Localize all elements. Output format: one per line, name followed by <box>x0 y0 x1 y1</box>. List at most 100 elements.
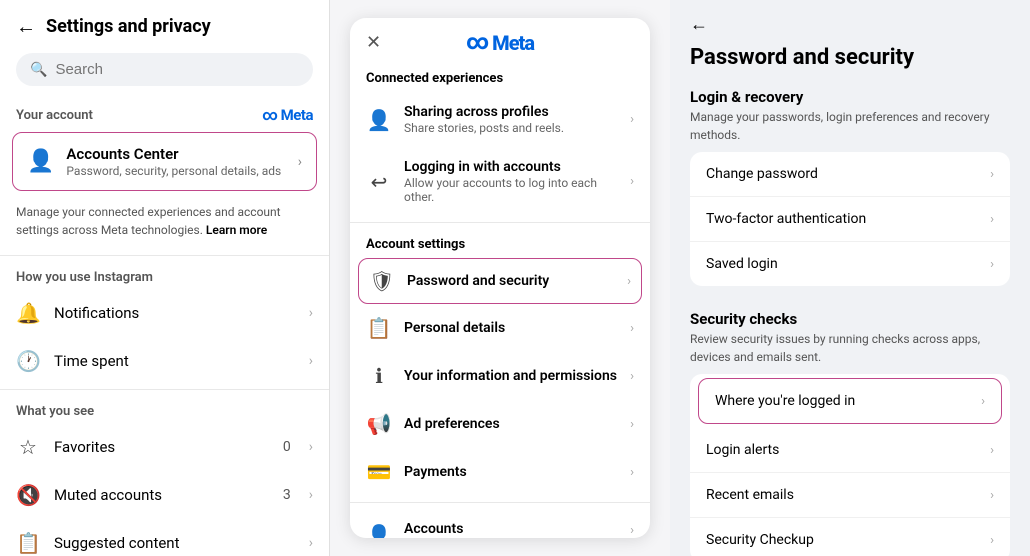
ad-preferences-text: Ad preferences <box>404 416 618 432</box>
security-checkup-item[interactable]: Security Checkup › <box>690 518 1010 556</box>
recent-emails-label: Recent emails <box>706 487 980 503</box>
login-alerts-chevron: › <box>990 443 994 458</box>
right-panel: ← Password and security Login & recovery… <box>670 0 1030 556</box>
search-input[interactable] <box>55 61 299 78</box>
logging-in-item[interactable]: ↩ Logging in with accounts Allow your ac… <box>350 147 650 216</box>
sidebar-item-suggested-content[interactable]: 📋 Suggested content › <box>0 519 329 556</box>
accounts-icon: 👤 <box>366 523 392 538</box>
logging-icon: ↩ <box>366 170 392 194</box>
password-security-item[interactable]: 🛡 Password and security › <box>358 258 642 304</box>
your-info-text: Your information and permissions <box>404 368 618 384</box>
login-recovery-title: Login & recovery <box>690 88 1010 106</box>
login-recovery-subtitle: Manage your passwords, login preferences… <box>690 108 1010 144</box>
muted-accounts-chevron: › <box>309 487 313 503</box>
muted-accounts-icon: 🔇 <box>16 483 40 507</box>
sidebar-item-muted-accounts[interactable]: 🔇 Muted accounts 3 › <box>0 471 329 519</box>
modal-card: ✕ ∞ Meta Connected experiences 👤 Sharing… <box>350 18 650 538</box>
favorites-icon: ☆ <box>16 435 40 459</box>
modal-close-icon[interactable]: ✕ <box>366 32 381 53</box>
your-account-label: Your account <box>16 108 93 123</box>
manage-text: Manage your connected experiences and ac… <box>0 199 329 251</box>
sidebar-item-favorites[interactable]: ☆ Favorites 0 › <box>0 423 329 471</box>
two-factor-item[interactable]: Two-factor authentication › <box>690 197 1010 242</box>
saved-login-label: Saved login <box>706 256 980 272</box>
password-security-chevron: › <box>627 274 631 289</box>
modal-divider-2 <box>350 502 650 503</box>
left-panel: ← Settings and privacy 🔍 Your account ∞ … <box>0 0 330 556</box>
back-icon[interactable]: ← <box>16 14 36 39</box>
sharing-text: Sharing across profiles Share stories, p… <box>404 104 618 135</box>
logging-text: Logging in with accounts Allow your acco… <box>404 159 618 204</box>
logging-chevron: › <box>630 174 634 189</box>
recent-emails-chevron: › <box>990 488 994 503</box>
payments-chevron: › <box>630 465 634 480</box>
change-password-chevron: › <box>990 167 994 182</box>
accounts-title: Accounts <box>404 521 618 537</box>
password-security-title: Password and security <box>407 273 615 289</box>
logging-title: Logging in with accounts <box>404 159 618 175</box>
meta-text: Meta <box>492 31 534 55</box>
saved-login-item[interactable]: Saved login › <box>690 242 1010 286</box>
payments-icon: 💳 <box>366 460 392 484</box>
your-info-icon: ℹ <box>366 364 392 388</box>
time-spent-icon: 🕐 <box>16 349 40 373</box>
payments-text: Payments <box>404 464 618 480</box>
favorites-chevron: › <box>309 439 313 455</box>
meta-infinity-symbol: ∞ <box>466 30 488 55</box>
sharing-chevron: › <box>630 112 634 127</box>
muted-accounts-badge: 3 <box>283 487 291 503</box>
time-spent-chevron: › <box>309 353 313 369</box>
security-checks-section: Security checks Review security issues b… <box>670 302 1030 556</box>
sharing-across-profiles-item[interactable]: 👤 Sharing across profiles Share stories,… <box>350 92 650 147</box>
accounts-item[interactable]: 👤 Accounts Review the accounts you have … <box>350 509 650 538</box>
login-recovery-group: Change password › Two-factor authenticat… <box>690 152 1010 286</box>
payments-title: Payments <box>404 464 618 480</box>
security-checks-subtitle: Review security issues by running checks… <box>690 330 1010 366</box>
password-security-icon: 🛡 <box>369 269 395 293</box>
divider-1 <box>0 255 329 256</box>
sidebar-item-time-spent[interactable]: 🕐 Time spent › <box>0 337 329 385</box>
accounts-center-title: Accounts Center <box>66 145 285 163</box>
divider-2 <box>0 389 329 390</box>
payments-item[interactable]: 💳 Payments › <box>350 448 650 496</box>
accounts-chevron: › <box>630 523 634 538</box>
accounts-center-card[interactable]: 👤 Accounts Center Password, security, pe… <box>12 132 317 191</box>
login-alerts-label: Login alerts <box>706 442 980 458</box>
where-logged-in-item[interactable]: Where you're logged in › <box>698 378 1002 424</box>
your-account-section: Your account ∞ Meta <box>0 98 329 128</box>
notifications-icon: 🔔 <box>16 301 40 325</box>
ad-preferences-item[interactable]: 📢 Ad preferences › <box>350 400 650 448</box>
right-back-icon[interactable]: ← <box>670 0 1030 39</box>
favorites-label: Favorites <box>54 438 269 456</box>
modal-header: ✕ ∞ Meta <box>350 18 650 63</box>
page-title: Settings and privacy <box>46 16 211 37</box>
connected-experiences-label: Connected experiences <box>350 63 650 92</box>
security-checkup-chevron: › <box>990 533 994 548</box>
logging-subtitle: Allow your accounts to log into each oth… <box>404 176 618 204</box>
security-checks-group: Where you're logged in › Login alerts › … <box>690 374 1010 556</box>
account-settings-label: Account settings <box>350 229 650 258</box>
suggested-content-label: Suggested content <box>54 534 295 552</box>
ad-preferences-chevron: › <box>630 417 634 432</box>
your-info-item[interactable]: ℹ Your information and permissions › <box>350 352 650 400</box>
time-spent-label: Time spent <box>54 352 295 370</box>
accounts-center-chevron: › <box>298 154 302 170</box>
where-logged-in-chevron: › <box>981 394 985 409</box>
recent-emails-item[interactable]: Recent emails › <box>690 473 1010 518</box>
sidebar-item-notifications[interactable]: 🔔 Notifications › <box>0 289 329 337</box>
accounts-center-text: Accounts Center Password, security, pers… <box>66 145 285 178</box>
two-factor-chevron: › <box>990 212 994 227</box>
personal-details-item[interactable]: 📋 Personal details › <box>350 304 650 352</box>
search-bar[interactable]: 🔍 <box>16 53 313 86</box>
login-alerts-item[interactable]: Login alerts › <box>690 428 1010 473</box>
learn-more-link[interactable]: Learn more <box>206 223 267 237</box>
personal-details-chevron: › <box>630 321 634 336</box>
suggested-content-chevron: › <box>309 535 313 551</box>
login-recovery-section: Login & recovery Manage your passwords, … <box>670 80 1030 302</box>
left-header: ← Settings and privacy <box>0 0 329 49</box>
suggested-content-icon: 📋 <box>16 531 40 555</box>
change-password-item[interactable]: Change password › <box>690 152 1010 197</box>
favorites-badge: 0 <box>283 439 291 455</box>
accounts-center-icon: 👤 <box>27 149 54 174</box>
search-icon: 🔍 <box>30 62 47 78</box>
